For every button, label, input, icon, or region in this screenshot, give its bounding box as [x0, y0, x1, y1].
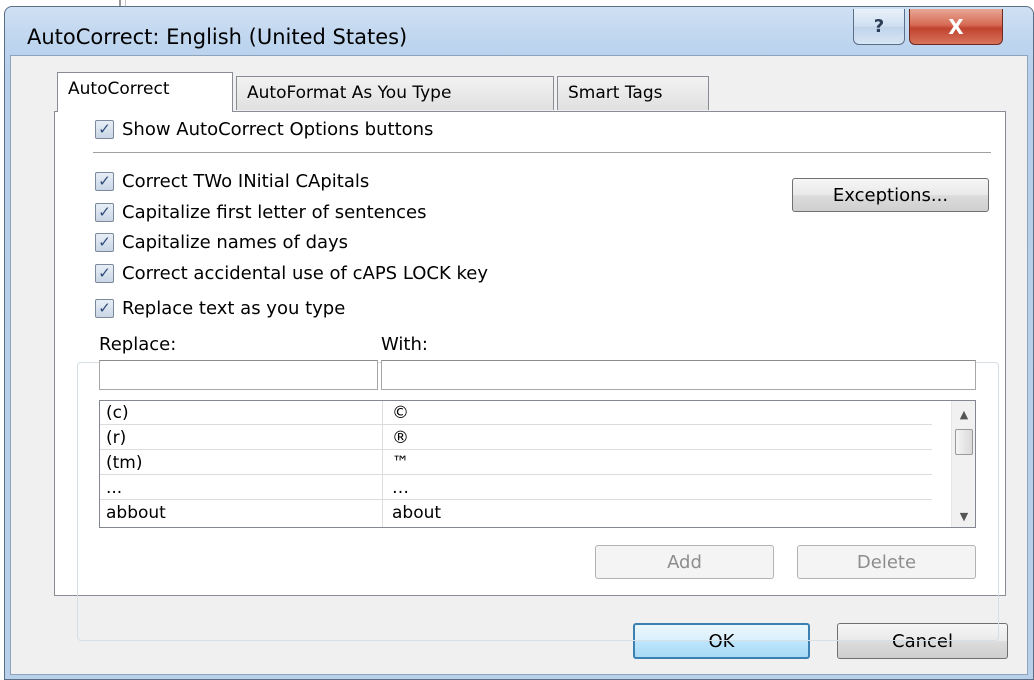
checkbox-check-icon: ✓ [95, 120, 114, 139]
entry-with: about [392, 503, 442, 523]
delete-button[interactable]: Delete [797, 545, 976, 579]
list-item[interactable]: (c) © [100, 401, 932, 425]
dialog-title: AutoCorrect: English (United States) [27, 25, 408, 49]
show-autocorrect-options-checkbox[interactable]: ✓ Show AutoCorrect Options buttons [95, 119, 433, 140]
separator [93, 152, 991, 153]
help-button[interactable]: ? [853, 9, 905, 45]
capitalize-first-letter-checkbox[interactable]: ✓ Capitalize first letter of sentences [95, 202, 426, 223]
autocorrect-entries-list[interactable]: (c) © (r) ® (tm) ™ ... … abbout about ▲ … [99, 400, 976, 528]
with-label: With: [381, 334, 428, 355]
checkbox-check-icon: ✓ [95, 264, 114, 283]
capitalize-days-checkbox[interactable]: ✓ Capitalize names of days [95, 232, 348, 253]
close-icon: X [948, 14, 964, 39]
add-button[interactable]: Add [595, 545, 774, 579]
list-item[interactable]: (r) ® [100, 426, 932, 450]
checkbox-label: Correct accidental use of cAPS LOCK key [122, 263, 488, 284]
exceptions-button[interactable]: Exceptions... [792, 178, 989, 212]
list-item[interactable]: ... … [100, 476, 932, 500]
entry-replace: (c) [106, 403, 129, 423]
replace-label: Replace: [99, 334, 177, 355]
scroll-up-arrow-icon[interactable]: ▲ [952, 403, 975, 425]
help-icon: ? [873, 16, 885, 37]
replace-input[interactable] [99, 360, 378, 390]
entry-replace: abbout [106, 503, 166, 523]
entry-with: ® [392, 428, 409, 448]
entry-with: … [392, 478, 409, 498]
list-scrollbar[interactable]: ▲ ▼ [951, 401, 975, 527]
autocorrect-dialog: AutoCorrect: English (United States) ? X… [4, 6, 1034, 680]
entry-with: © [392, 403, 409, 423]
checkbox-label: Correct TWo INitial CApitals [122, 171, 370, 192]
correct-two-initial-capitals-checkbox[interactable]: ✓ Correct TWo INitial CApitals [95, 171, 369, 192]
checkbox-check-icon: ✓ [95, 203, 114, 222]
replace-text-as-you-type-checkbox[interactable]: ✓ Replace text as you type [95, 298, 352, 319]
column-divider [382, 401, 383, 527]
list-item[interactable]: abbout about [100, 501, 932, 525]
checkbox-label: Show AutoCorrect Options buttons [122, 119, 434, 140]
scrollbar-thumb[interactable] [955, 429, 973, 455]
entry-replace: (tm) [106, 453, 143, 473]
tab-autoformat-as-you-type[interactable]: AutoFormat As You Type [236, 76, 554, 110]
checkbox-label: Replace text as you type [122, 298, 346, 319]
checkbox-label: Capitalize first letter of sentences [122, 202, 427, 223]
tab-autocorrect[interactable]: AutoCorrect [57, 72, 233, 112]
checkbox-check-icon: ✓ [95, 172, 114, 191]
dialog-client-area: AutoCorrect AutoFormat As You Type Smart… [10, 55, 1028, 675]
entry-replace: ... [106, 478, 123, 498]
tab-smart-tags[interactable]: Smart Tags [557, 76, 709, 110]
list-item[interactable]: (tm) ™ [100, 451, 932, 475]
close-button[interactable]: X [909, 9, 1003, 45]
entry-with: ™ [392, 453, 409, 473]
entry-replace: (r) [106, 428, 127, 448]
correct-caps-lock-checkbox[interactable]: ✓ Correct accidental use of cAPS LOCK ke… [95, 263, 488, 284]
checkbox-check-icon: ✓ [95, 299, 114, 318]
checkbox-label: Capitalize names of days [122, 232, 349, 253]
scroll-down-arrow-icon[interactable]: ▼ [952, 505, 975, 527]
with-input[interactable] [381, 360, 976, 390]
autocorrect-tab-panel: ✓ Show AutoCorrect Options buttons ✓ Cor… [54, 111, 1006, 641]
checkbox-check-icon: ✓ [95, 233, 114, 252]
